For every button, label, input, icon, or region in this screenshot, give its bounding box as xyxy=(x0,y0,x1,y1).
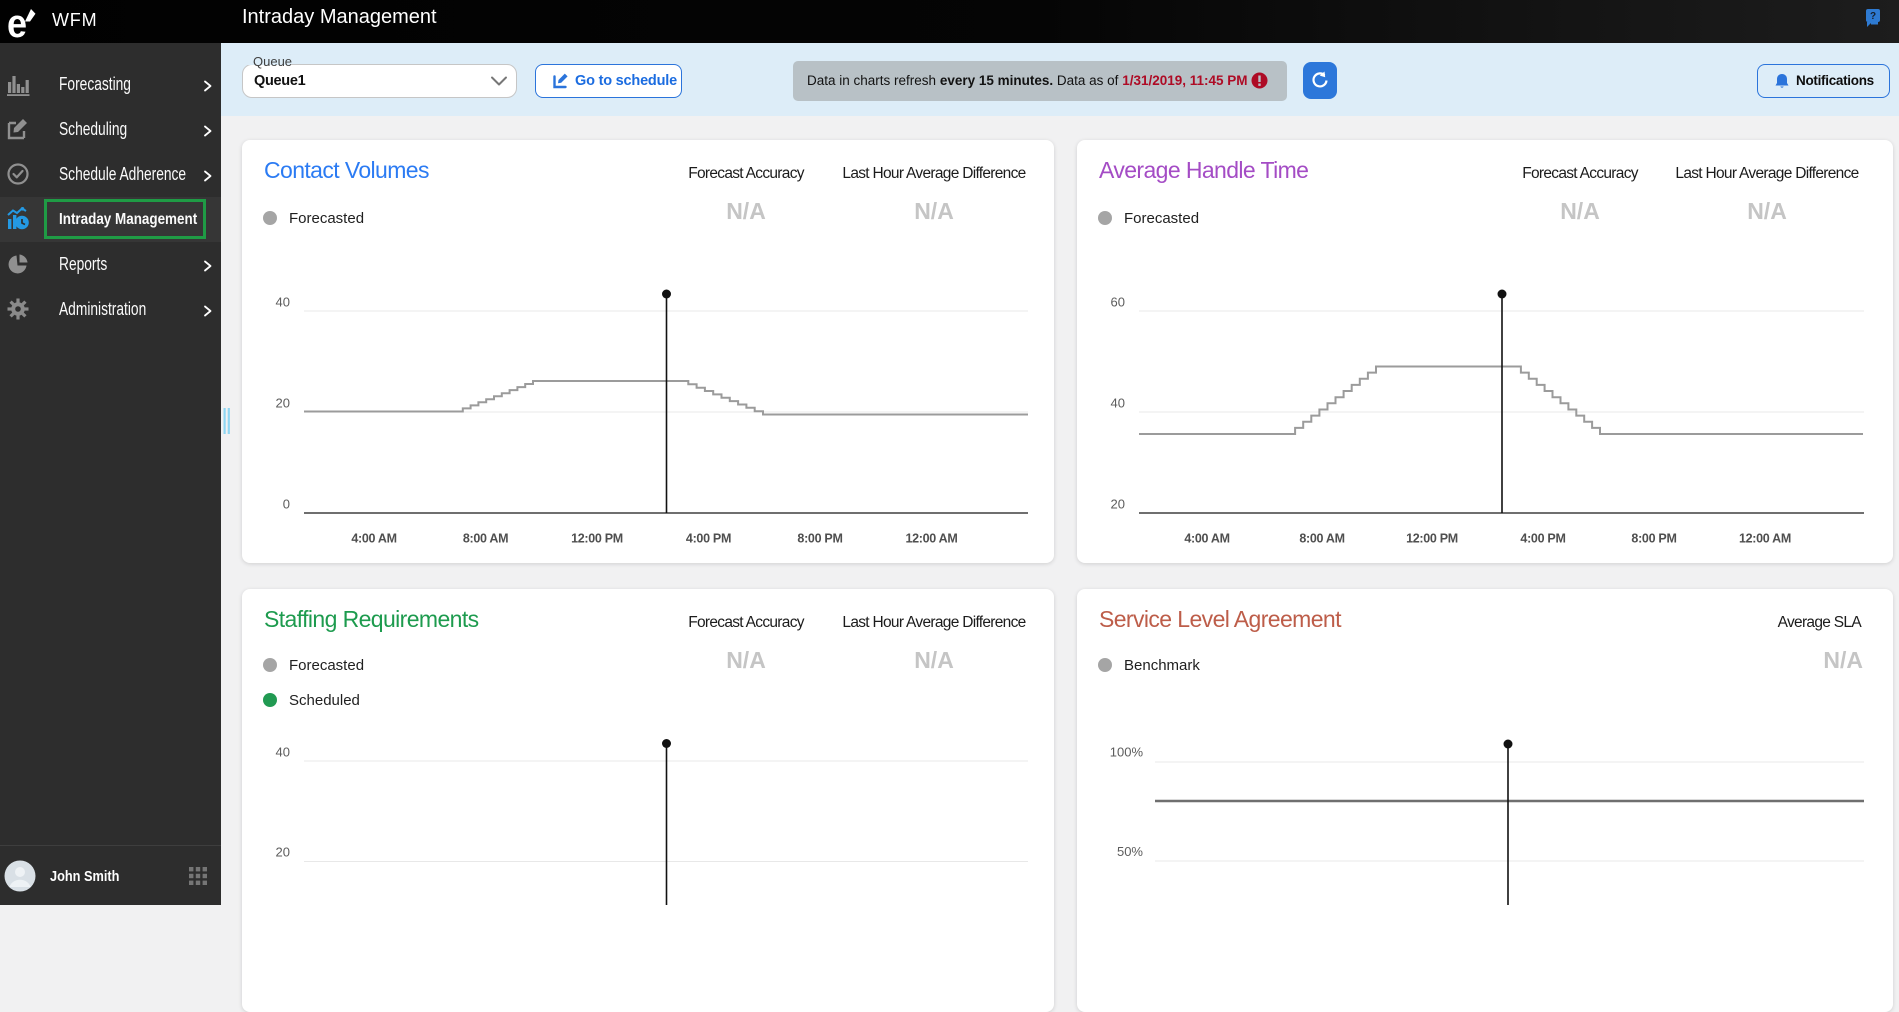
svg-text:12:00 AM: 12:00 AM xyxy=(1739,532,1791,546)
svg-text:20: 20 xyxy=(1111,497,1125,512)
svg-text:20: 20 xyxy=(276,845,290,860)
svg-text:40: 40 xyxy=(276,745,290,760)
svg-text:4:00 AM: 4:00 AM xyxy=(351,532,396,546)
svg-text:40: 40 xyxy=(276,295,290,310)
svg-text:60: 60 xyxy=(1111,295,1125,310)
svg-text:8:00 AM: 8:00 AM xyxy=(463,532,508,546)
svg-text:8:00 PM: 8:00 PM xyxy=(1631,532,1676,546)
svg-text:0: 0 xyxy=(283,497,290,512)
svg-text:8:00 AM: 8:00 AM xyxy=(1299,532,1344,546)
svg-text:12:00 PM: 12:00 PM xyxy=(1406,532,1458,546)
svg-text:40: 40 xyxy=(1111,396,1125,411)
svg-text:20: 20 xyxy=(276,396,290,411)
svg-text:4:00 PM: 4:00 PM xyxy=(686,532,731,546)
svg-text:?: ? xyxy=(1870,11,1876,22)
svg-text:4:00 PM: 4:00 PM xyxy=(1520,532,1565,546)
svg-text:100%: 100% xyxy=(1110,745,1144,760)
svg-text:4:00 AM: 4:00 AM xyxy=(1184,532,1229,546)
svg-text:50%: 50% xyxy=(1117,844,1143,859)
svg-text:8:00 PM: 8:00 PM xyxy=(797,532,842,546)
svg-text:e: e xyxy=(7,2,27,43)
svg-text:12:00 AM: 12:00 AM xyxy=(905,532,957,546)
svg-text:12:00 PM: 12:00 PM xyxy=(571,532,623,546)
